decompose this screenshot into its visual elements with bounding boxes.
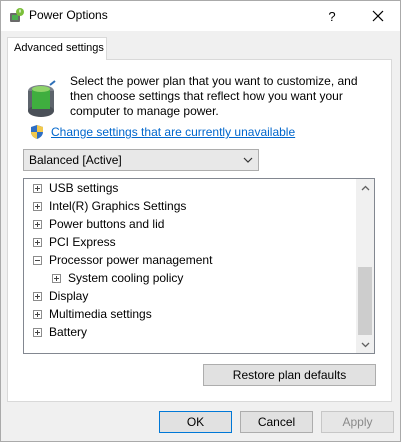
expand-icon[interactable]	[33, 310, 42, 319]
intro-description: Select the power plan that you want to c…	[70, 74, 358, 118]
chevron-down-icon	[361, 342, 369, 347]
tree-item-label: Power buttons and lid	[49, 217, 165, 231]
tree-item-intel-graphics-settings[interactable]: Intel(R) Graphics Settings	[24, 197, 354, 215]
tree-item-label: Processor power management	[49, 253, 213, 267]
tree-item-system-cooling-policy[interactable]: System cooling policy	[24, 269, 354, 287]
tree-item-label: USB settings	[49, 181, 119, 195]
ok-button[interactable]: OK	[159, 411, 232, 433]
tree-item-pci-express[interactable]: PCI Express	[24, 233, 354, 251]
scroll-up-button[interactable]	[356, 179, 374, 196]
power-plan-select[interactable]: Balanced [Active]	[23, 149, 259, 171]
battery-power-icon	[28, 80, 56, 117]
tree-item-label: Multimedia settings	[49, 307, 152, 321]
expand-icon[interactable]	[33, 328, 42, 337]
tree-scrollbar[interactable]	[356, 179, 374, 353]
scroll-down-button[interactable]	[356, 336, 374, 353]
chevron-up-icon	[361, 185, 369, 190]
tree-item-usb-settings[interactable]: USB settings	[24, 179, 354, 197]
expand-icon[interactable]	[33, 202, 42, 211]
restore-plan-defaults-button[interactable]: Restore plan defaults	[203, 364, 376, 386]
help-button[interactable]: ?	[310, 1, 354, 31]
tree-item-label: Battery	[49, 325, 88, 339]
chevron-down-icon	[243, 157, 253, 163]
cancel-button[interactable]: Cancel	[240, 411, 313, 433]
settings-tree[interactable]: USB settings Intel(R) Graphics Settings …	[23, 178, 375, 354]
title-bar: Power Options ?	[1, 1, 400, 31]
scroll-thumb[interactable]	[358, 267, 372, 335]
power-options-dialog: Power Options ? Advanced settings Select…	[0, 0, 401, 442]
change-unavailable-settings-link[interactable]: Change settings that are currently unava…	[51, 125, 295, 139]
tree-item-label: Intel(R) Graphics Settings	[49, 199, 187, 213]
collapse-icon[interactable]	[33, 256, 42, 265]
tab-advanced-settings[interactable]: Advanced settings	[7, 37, 107, 60]
window-title: Power Options	[29, 8, 108, 22]
tree-item-label: Display	[49, 289, 89, 303]
tree-item-power-buttons-and-lid[interactable]: Power buttons and lid	[24, 215, 354, 233]
expand-icon[interactable]	[33, 220, 42, 229]
close-button[interactable]	[356, 1, 400, 31]
tree-item-label: PCI Express	[49, 235, 116, 249]
power-options-icon	[10, 8, 24, 22]
tree-item-label: System cooling policy	[68, 271, 184, 285]
power-plan-value: Balanced [Active]	[29, 153, 122, 167]
tree-item-processor-power-management[interactable]: Processor power management	[24, 251, 354, 269]
apply-button[interactable]: Apply	[321, 411, 394, 433]
expand-icon[interactable]	[52, 274, 61, 283]
uac-shield-icon	[31, 125, 43, 139]
expand-icon[interactable]	[33, 292, 42, 301]
close-icon	[372, 10, 384, 22]
expand-icon[interactable]	[33, 238, 42, 247]
tree-item-battery[interactable]: Battery	[24, 323, 354, 341]
tree-item-display[interactable]: Display	[24, 287, 354, 305]
expand-icon[interactable]	[33, 184, 42, 193]
tree-item-multimedia-settings[interactable]: Multimedia settings	[24, 305, 354, 323]
